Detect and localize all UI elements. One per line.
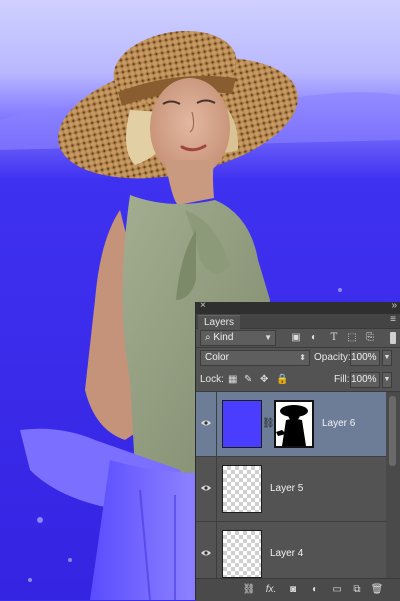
filter-kind-value: Kind [213, 332, 234, 343]
panel-menu-icon[interactable]: ≡ [390, 314, 396, 325]
layer-list-scrollbar[interactable] [386, 392, 400, 578]
layer-thumbnail[interactable] [222, 465, 262, 513]
layer-list: ⛓ Layer 6 Layer 5 Layer 4 [196, 392, 400, 578]
lock-label: Lock: [200, 374, 224, 385]
silhouette-mask-icon [276, 405, 308, 446]
scrollbar-thumb[interactable] [389, 396, 396, 466]
new-layer-icon[interactable]: ⧉ [350, 583, 364, 597]
link-layers-icon[interactable]: ⛓ [242, 583, 256, 597]
panel-tab-row: Layers ≡ [196, 314, 400, 329]
mask-link-icon[interactable]: ⛓ [262, 418, 275, 429]
divider [196, 347, 400, 348]
shape-filter-icon[interactable]: ⬚ [346, 332, 358, 344]
chevron-down-icon: ▼ [264, 333, 272, 342]
blend-row: Color ⬍ Opacity: 100% ▼ [196, 350, 400, 368]
adjustment-filter-icon[interactable]: ◐ [308, 332, 320, 344]
visibility-toggle[interactable] [196, 392, 217, 456]
fill-slider-toggle-icon[interactable]: ▼ [382, 372, 392, 388]
lock-all-icon[interactable]: 🔒 [276, 372, 288, 388]
collapse-panel-icon[interactable]: » [391, 300, 396, 311]
fill-label: Fill: [334, 374, 350, 385]
image-filter-icon[interactable]: ▣ [290, 332, 302, 344]
layer-name[interactable]: Layer 5 [270, 483, 303, 495]
eye-icon [201, 550, 211, 556]
lock-transparency-icon[interactable]: ▦ [228, 372, 237, 388]
blend-mode-value: Color [205, 352, 229, 363]
layer-name[interactable]: Layer 4 [270, 548, 303, 560]
adjustment-layer-icon[interactable]: ◐ [308, 583, 322, 597]
opacity-slider-toggle-icon[interactable]: ▼ [382, 350, 392, 366]
close-panel-icon[interactable]: × [200, 300, 206, 311]
lock-row: Lock: ▦ ✎ ✥ 🔒 Fill: 100% ▼ [196, 372, 400, 390]
lock-position-icon[interactable]: ✥ [260, 372, 268, 388]
search-icon: ⌕ [205, 332, 211, 343]
delete-layer-icon[interactable]: 🗑 [370, 583, 384, 597]
add-mask-icon[interactable]: ◙ [286, 583, 300, 597]
opacity-label: Opacity: [314, 352, 351, 363]
type-filter-icon[interactable]: T [328, 332, 340, 344]
tab-layers[interactable]: Layers [198, 315, 241, 329]
chevron-updown-icon: ⬍ [299, 353, 306, 362]
eye-icon [201, 485, 211, 491]
panel-bottom-bar: ⛓ fx. ◙ ◐ ▭ ⧉ 🗑 [196, 578, 400, 601]
layer-row-layer-4[interactable]: Layer 4 [196, 522, 386, 578]
lock-pixels-icon[interactable]: ✎ [244, 372, 252, 388]
visibility-toggle[interactable] [196, 522, 217, 578]
filter-row: ⌕ Kind ▼ ▣ ◐ T ⬚ ⎘ [196, 330, 400, 348]
filter-kind-select[interactable]: ⌕ Kind ▼ [200, 330, 276, 346]
layer-name[interactable]: Layer 6 [322, 418, 355, 430]
blend-mode-select[interactable]: Color ⬍ [200, 350, 310, 366]
fill-input[interactable]: 100% [350, 372, 380, 388]
eye-icon [201, 420, 211, 426]
fx-icon[interactable]: fx. [264, 583, 278, 597]
panel-titlebar: × » [196, 300, 400, 314]
layer-mask-thumbnail[interactable] [274, 400, 314, 448]
opacity-input[interactable]: 100% [350, 350, 380, 366]
filter-toggle-switch[interactable] [390, 332, 396, 344]
new-group-icon[interactable]: ▭ [330, 583, 344, 597]
layer-thumbnail[interactable] [222, 530, 262, 578]
visibility-toggle[interactable] [196, 457, 217, 521]
layer-row-layer-5[interactable]: Layer 5 [196, 457, 386, 522]
layer-thumbnail[interactable] [222, 400, 262, 448]
layer-row-layer-6[interactable]: ⛓ Layer 6 [196, 392, 386, 457]
smart-object-filter-icon[interactable]: ⎘ [364, 332, 376, 344]
